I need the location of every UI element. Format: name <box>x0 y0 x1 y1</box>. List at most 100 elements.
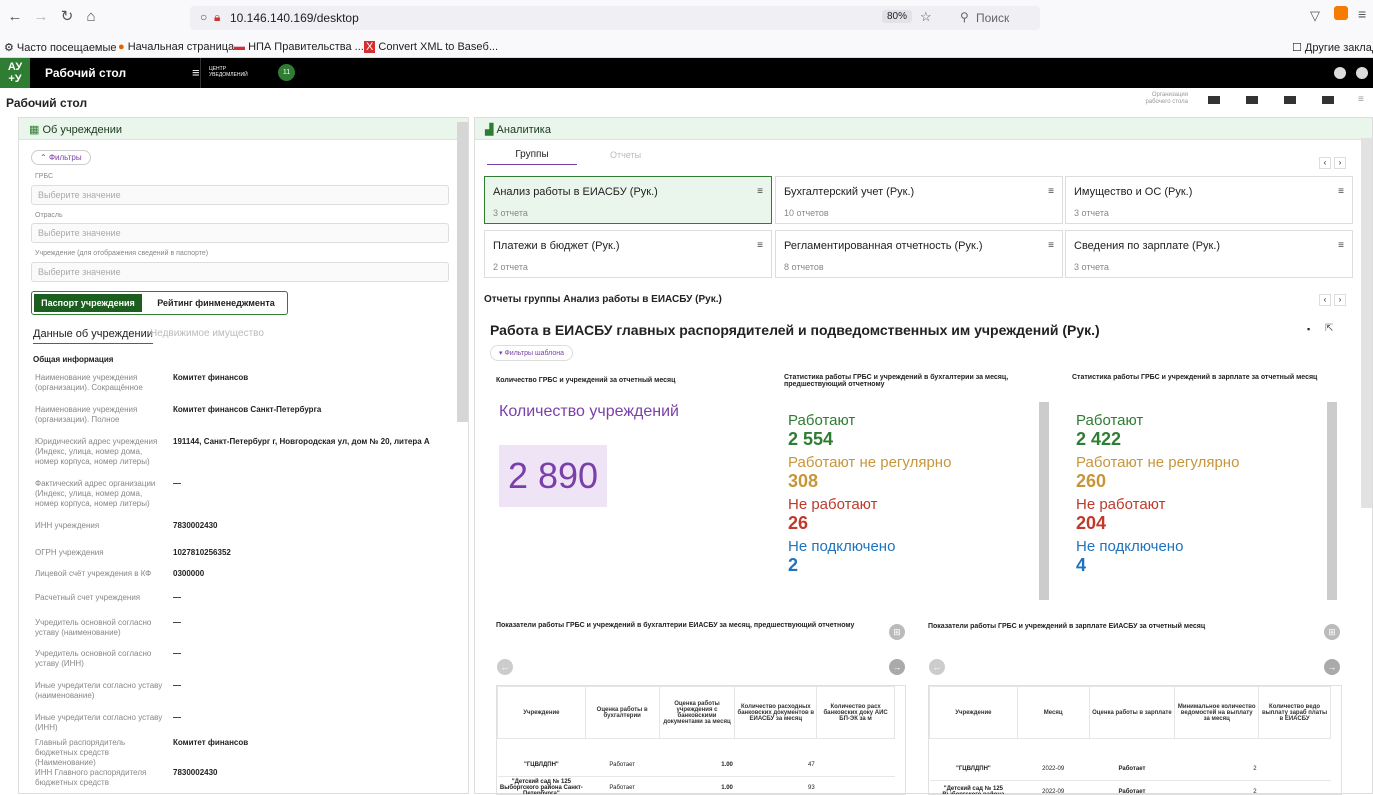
bookmark-convert[interactable]: X Convert XML to Baseб... <box>364 41 498 53</box>
field-label: ОГРН учреждения <box>35 548 165 558</box>
table2-prev-icon[interactable]: ← <box>929 659 945 675</box>
table-cell: "ГЦВЛДПН" <box>930 759 1018 781</box>
tab-groups[interactable]: Группы <box>487 149 577 165</box>
forward-icon[interactable]: → <box>30 6 52 28</box>
table1-settings-icon[interactable]: ⊞ <box>889 624 905 640</box>
field-value: — <box>173 713 181 723</box>
layout-2-icon[interactable] <box>1246 96 1258 104</box>
search-box[interactable]: ⚲ Поиск <box>958 6 1238 30</box>
menu-icon[interactable]: ≡ <box>1358 6 1366 22</box>
right-scrollbar[interactable] <box>1361 138 1372 508</box>
report-group-card[interactable]: Анализ работы в ЕИАСБУ (Рук.)3 отчета≡ <box>484 176 772 224</box>
template-filters-toggle[interactable]: ▾ Фильтры шаблона <box>490 345 573 361</box>
prev-arrow-icon[interactable]: ‹ <box>1319 157 1331 169</box>
field-label: Юридический адрес учреждения (Индекс, ул… <box>35 437 165 467</box>
table-cell <box>817 777 895 795</box>
stat-value: 2 422 <box>1076 429 1316 450</box>
field-value: Комитет финансов Санкт-Петербурга <box>173 405 321 415</box>
tab-reports[interactable]: Отчеты <box>610 150 641 160</box>
column-header[interactable]: Минимальное количество ведомостей на вып… <box>1175 687 1259 739</box>
list-icon[interactable]: ≡ <box>1048 186 1054 197</box>
table-row[interactable]: "ГЦВЛДПН"2022-09Работает2 <box>930 759 1331 781</box>
column-header[interactable]: Количество расх банковских доку АИС БП-Э… <box>817 687 895 739</box>
widget3-scrollbar[interactable] <box>1327 402 1337 600</box>
pocket-icon[interactable]: ▽ <box>1310 8 1320 24</box>
column-header[interactable]: Количество расходных банковских документ… <box>735 687 817 739</box>
home-icon[interactable]: ⌂ <box>80 6 102 28</box>
field-label: ИНН Главного распорядителя бюджетных сре… <box>35 768 165 788</box>
field-value: Комитет финансов <box>173 738 248 748</box>
table-row[interactable]: "Детский сад № 125 Выборгского района Са… <box>498 777 895 795</box>
passport-button[interactable]: Паспорт учреждения <box>34 294 142 312</box>
uchr-select[interactable]: Выберите значение <box>31 262 449 282</box>
tab-property[interactable]: Недвижимое имущество <box>150 328 264 339</box>
list-icon[interactable]: ≡ <box>757 186 763 197</box>
otrasl-select[interactable]: Выберите значение <box>31 223 449 243</box>
prev-arrow-icon[interactable]: ‹ <box>1319 294 1331 306</box>
report-group-card[interactable]: Имущество и ОС (Рук.)3 отчета≡ <box>1065 176 1353 224</box>
stat-label: Работают не регулярно <box>1076 454 1316 471</box>
filters-toggle[interactable]: ⌃ Фильтры <box>31 150 91 165</box>
app-logo[interactable]: АУ+У <box>0 58 30 88</box>
back-icon[interactable]: ← <box>4 6 26 28</box>
table-row[interactable]: "Детский сад № 125 Выборгского района202… <box>930 781 1331 795</box>
widget2-scrollbar[interactable] <box>1039 402 1049 600</box>
bookmark-home[interactable]: ● Начальная страница <box>118 41 234 53</box>
report-group-card[interactable]: Регламентированная отчетность (Рук.)8 от… <box>775 230 1063 278</box>
report-group-card[interactable]: Бухгалтерский учет (Рук.)10 отчетов≡ <box>775 176 1063 224</box>
zoom-badge[interactable]: 80% <box>882 10 912 23</box>
table1-prev-icon[interactable]: ← <box>497 659 513 675</box>
next-arrow-icon[interactable]: › <box>1334 294 1346 306</box>
layout-1-icon[interactable] <box>1208 96 1220 104</box>
column-header[interactable]: Оценка работы учреждения с банковскими д… <box>659 687 735 739</box>
table-row[interactable]: "ГЦВЛДПН"Работает1.0047 <box>498 755 895 777</box>
card-count: 3 отчета <box>493 208 528 218</box>
grbs-select[interactable]: Выберите значение <box>31 185 449 205</box>
notification-center[interactable]: ЦЕНТРУВЕДОМЛЕНИЙ 11 <box>200 58 310 88</box>
layout-3-icon[interactable] <box>1284 96 1296 104</box>
report-group-card[interactable]: Сведения по зарплате (Рук.)3 отчета≡ <box>1065 230 1353 278</box>
table1-next-icon[interactable]: → <box>889 659 905 675</box>
url-bar[interactable]: ○ 🔒︎ 10.146.140.169/desktop 80% ☆ <box>190 6 1040 30</box>
star-icon[interactable]: ☆ <box>920 9 932 25</box>
bookmark-npa[interactable]: ▬ НПА Правительства ... <box>234 41 364 53</box>
info-icon[interactable] <box>1356 67 1368 79</box>
doc-icon[interactable] <box>1334 67 1346 79</box>
column-header[interactable]: Месяц <box>1017 687 1089 739</box>
rating-button[interactable]: Рейтинг финменеджмента <box>147 294 285 312</box>
url-text[interactable]: 10.146.140.169/desktop <box>230 11 359 25</box>
list-icon[interactable]: ≡ <box>1048 240 1054 251</box>
bookmark-other[interactable]: ☐ Другие закладки <box>1292 41 1373 54</box>
card-count: 8 отчетов <box>784 262 824 272</box>
column-header[interactable]: Оценка работы в бухгалтерии <box>585 687 659 739</box>
notification-count-badge: 11 <box>278 64 295 81</box>
table-cell: 2022-09 <box>1017 759 1089 781</box>
tab-institution-data[interactable]: Данные об учреждении <box>33 328 153 344</box>
hamburger-icon[interactable]: ≡ <box>192 65 200 80</box>
column-header[interactable]: Оценка работы в зарплате <box>1089 687 1175 739</box>
external-link-icon[interactable]: ⇱ <box>1325 323 1333 334</box>
card-count: 3 отчета <box>1074 262 1109 272</box>
document-icon[interactable]: ▪ <box>1307 324 1310 334</box>
next-arrow-icon[interactable]: › <box>1334 157 1346 169</box>
report-group-card[interactable]: Платежи в бюджет (Рук.)2 отчета≡ <box>484 230 772 278</box>
reload-icon[interactable]: ↻ <box>56 6 78 28</box>
column-header[interactable]: Количество ведо выплату зараб платы в ЕИ… <box>1259 687 1331 739</box>
field-label: Лицевой счёт учреждения в КФ <box>35 569 165 579</box>
column-header[interactable]: Учреждение <box>930 687 1018 739</box>
list-icon[interactable]: ≡ <box>1338 186 1344 197</box>
stat-label: Работают не регулярно <box>788 454 1028 471</box>
column-header[interactable]: Учреждение <box>498 687 586 739</box>
extension-icon[interactable] <box>1334 6 1348 20</box>
list-icon[interactable]: ≡ <box>757 240 763 251</box>
left-scrollbar[interactable] <box>457 122 468 422</box>
stat-value: 26 <box>788 513 1028 534</box>
options-icon[interactable]: ≡ <box>1358 94 1364 105</box>
table2-settings-icon[interactable]: ⊞ <box>1324 624 1340 640</box>
card-count: 3 отчета <box>1074 208 1109 218</box>
list-icon[interactable]: ≡ <box>1338 240 1344 251</box>
field-value: — <box>173 479 181 489</box>
layout-4-icon[interactable] <box>1322 96 1334 104</box>
bookmark-frequent[interactable]: ⚙ Часто посещаемые <box>4 41 117 54</box>
table2-next-icon[interactable]: → <box>1324 659 1340 675</box>
